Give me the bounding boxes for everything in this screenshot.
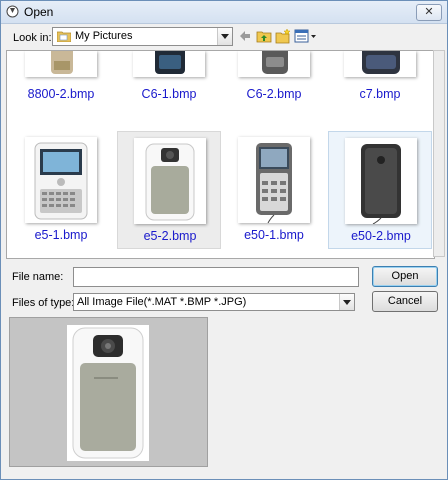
chevron-down-icon: [221, 34, 229, 39]
window-title: Open: [24, 5, 54, 19]
file-thumbnail: [238, 137, 310, 224]
file-name-label: e5-1.bmp: [34, 228, 88, 242]
file-thumbnail: [344, 51, 416, 77]
up-folder-icon[interactable]: [256, 28, 272, 44]
title-bar[interactable]: Open ✕: [1, 1, 447, 24]
look-in-dropdown[interactable]: My Pictures: [52, 27, 233, 46]
file-item[interactable]: e5-1.bmp: [9, 131, 113, 249]
chevron-down-icon: [343, 300, 351, 305]
file-name-label: e50-1.bmp: [244, 228, 304, 242]
file-name-label: c7.bmp: [359, 87, 401, 101]
look-in-dropdown-arrow[interactable]: [217, 28, 232, 45]
image-preview-panel: [9, 317, 208, 467]
file-thumbnail: [25, 51, 97, 77]
file-name-label: 8800-2.bmp: [27, 87, 95, 101]
file-name-input[interactable]: [73, 267, 359, 287]
folder-icon: [57, 31, 71, 42]
file-name-label: C6-1.bmp: [141, 87, 197, 101]
file-name-label-text: File name:: [12, 271, 64, 283]
app-icon: [6, 5, 19, 18]
file-item[interactable]: C6-1.bmp: [117, 51, 221, 105]
file-item[interactable]: e50-1.bmp: [222, 131, 326, 249]
file-thumbnail: [238, 51, 310, 77]
file-item[interactable]: c7.bmp: [328, 51, 432, 105]
file-type-dropdown-arrow[interactable]: [339, 294, 354, 310]
file-list-view[interactable]: 8800-2.bmp C6-1.bmp C6-2.bmp c7.bmp e5-1…: [6, 50, 435, 259]
file-name-label: C6-2.bmp: [246, 87, 302, 101]
file-thumbnail: [25, 137, 97, 223]
look-in-value: My Pictures: [75, 30, 133, 42]
file-name-label: e50-2.bmp: [351, 229, 411, 243]
open-button[interactable]: Open: [372, 266, 438, 287]
file-item-hovered[interactable]: e5-2.bmp: [117, 131, 221, 249]
file-thumbnail: [133, 51, 205, 77]
preview-image: [67, 325, 149, 461]
close-button[interactable]: ✕: [416, 4, 442, 21]
open-dialog: Open ✕ Look in: My Pictures 8800-2.bmp C…: [0, 0, 448, 480]
file-thumbnail: [134, 138, 206, 224]
file-type-dropdown[interactable]: All Image File(*.MAT *.BMP *.JPG): [73, 293, 355, 311]
file-type-value: All Image File(*.MAT *.BMP *.JPG): [77, 296, 247, 308]
file-item-selected[interactable]: e50-2.bmp: [328, 131, 432, 249]
look-in-label: Look in:: [13, 32, 52, 44]
back-arrow-icon[interactable]: [239, 28, 251, 44]
vertical-scrollbar[interactable]: [433, 50, 445, 257]
file-item[interactable]: C6-2.bmp: [222, 51, 326, 105]
cancel-button[interactable]: Cancel: [372, 291, 438, 312]
file-name-label: e5-2.bmp: [143, 229, 197, 243]
view-menu-icon[interactable]: [294, 28, 318, 44]
file-type-label: Files of type:: [12, 297, 75, 309]
new-folder-icon[interactable]: [275, 28, 291, 44]
file-thumbnail: [345, 138, 417, 225]
file-item[interactable]: 8800-2.bmp: [9, 51, 113, 105]
close-icon: ✕: [424, 6, 434, 18]
